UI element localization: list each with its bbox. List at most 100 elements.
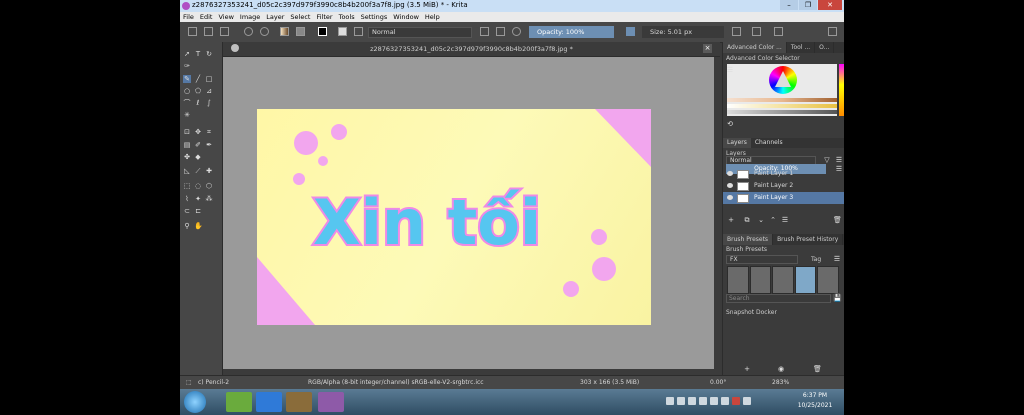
polygon-select-tool-icon[interactable]: ⬡ <box>205 182 213 190</box>
freehand-path-tool-icon[interactable]: ℓ <box>194 99 202 107</box>
taskbar-clock[interactable]: 6:37 PM 10/25/2021 <box>790 391 840 413</box>
eraser-mode-icon[interactable] <box>480 27 489 36</box>
menu-image[interactable]: Image <box>237 12 263 22</box>
minimize-button[interactable]: – <box>780 0 798 10</box>
delete-snapshot-icon[interactable]: 🗑 <box>813 365 822 373</box>
tab-overview[interactable]: O... <box>815 42 835 53</box>
color-settings-icon[interactable]: ☰ <box>726 66 734 74</box>
contiguous-select-tool-icon[interactable]: ✦ <box>194 195 202 203</box>
layer-down-icon[interactable]: ⌄ <box>757 216 765 224</box>
tab-advanced-color[interactable]: Advanced Color ... <box>723 42 787 53</box>
windows-start-icon[interactable] <box>184 391 206 413</box>
close-button[interactable]: ✕ <box>818 0 842 10</box>
ellipse-select-tool-icon[interactable]: ◌ <box>194 182 202 190</box>
brush-search-save-icon[interactable]: 💾 <box>833 294 842 302</box>
volume-icon[interactable] <box>743 397 751 405</box>
brush-preset[interactable] <box>749 266 772 294</box>
menu-layer[interactable]: Layer <box>263 12 287 22</box>
brush-preset[interactable] <box>727 266 749 294</box>
tab-channels[interactable]: Channels <box>751 138 787 148</box>
menu-settings[interactable]: Settings <box>358 12 391 22</box>
layer-properties-button-icon[interactable]: ☰ <box>781 216 789 224</box>
crop-tool-icon[interactable]: ⌗ <box>205 128 213 136</box>
camera-snapshot-icon[interactable]: ◉ <box>777 365 785 373</box>
bezier-select-tool-icon[interactable]: ⊂ <box>183 207 191 215</box>
smart-patch-tool-icon[interactable]: ✤ <box>183 153 191 161</box>
undo-icon[interactable] <box>244 27 253 36</box>
tab-brush-preset-history[interactable]: Brush Preset History <box>773 234 844 245</box>
freehand-select-tool-icon[interactable]: ⌇ <box>183 195 191 203</box>
minecraft-icon[interactable] <box>286 392 312 412</box>
magnetic-select-tool-icon[interactable]: ⊏ <box>194 207 202 215</box>
polygon-tool-icon[interactable]: ⬠ <box>194 87 202 95</box>
add-snapshot-icon[interactable]: + <box>743 365 751 373</box>
ellipse-tool-icon[interactable]: ○ <box>183 87 191 95</box>
text-tool-icon[interactable]: T <box>194 50 202 58</box>
color-history-strip[interactable] <box>839 64 844 116</box>
colorize-mask-tool-icon[interactable]: ✒ <box>205 141 213 149</box>
transform-tool-icon[interactable]: ⊡ <box>183 128 191 136</box>
tray-icon[interactable] <box>699 397 707 405</box>
dynamic-brush-tool-icon[interactable]: ∫ <box>205 99 213 107</box>
brush-tag-select[interactable]: FX <box>726 255 798 264</box>
menu-view[interactable]: View <box>215 12 236 22</box>
document-tab[interactable]: z2876327353241_d05c2c397d979f3990c8b4b20… <box>223 42 720 57</box>
menu-select[interactable]: Select <box>287 12 313 22</box>
opacity-slider[interactable]: Opacity: 100% <box>529 26 614 38</box>
color-wheel[interactable] <box>769 66 797 94</box>
toolbar-menu-icon[interactable] <box>828 27 837 36</box>
tray-icon[interactable] <box>721 397 729 405</box>
menu-tools[interactable]: Tools <box>336 12 358 22</box>
multibrush-tool-icon[interactable]: ✳ <box>183 111 191 119</box>
brush-preset-selected[interactable] <box>794 266 817 294</box>
tray-icon[interactable] <box>666 397 674 405</box>
tab-tool-options[interactable]: Tool ... <box>787 42 816 53</box>
brush-editor-icon[interactable] <box>354 27 363 36</box>
move-tool-icon[interactable]: ✥ <box>194 128 202 136</box>
add-layer-icon[interactable]: + <box>727 216 735 224</box>
gradient-swatch-icon[interactable] <box>280 27 289 36</box>
brush-preset-icon[interactable] <box>338 27 347 36</box>
tag-button[interactable]: Tag <box>811 256 821 263</box>
layer-row[interactable]: Paint Layer 2 <box>723 180 844 192</box>
blend-mode-select[interactable]: Normal <box>368 27 472 38</box>
artwork-canvas[interactable]: Xin tối <box>257 109 651 325</box>
taskbar-app-icon[interactable] <box>226 392 252 412</box>
layer-filter-icon[interactable]: ▽ <box>823 156 831 164</box>
tray-icon[interactable] <box>732 397 740 405</box>
redo-icon[interactable] <box>260 27 269 36</box>
rect-select-tool-icon[interactable]: ⬚ <box>183 182 191 190</box>
new-document-icon[interactable] <box>188 27 197 36</box>
edit-shapes-tool-icon[interactable]: ↻ <box>205 50 213 58</box>
close-document-button[interactable]: × <box>703 44 712 53</box>
brush-size-slider[interactable]: Size: 5.01 px <box>642 26 724 38</box>
menu-help[interactable]: Help <box>422 12 443 22</box>
brush-search-input[interactable]: Search <box>726 294 831 303</box>
bezier-tool-icon[interactable]: ⌒ <box>183 99 191 107</box>
open-document-icon[interactable] <box>204 27 213 36</box>
gradient-tool-icon[interactable]: ▤ <box>183 141 191 149</box>
brush-preset[interactable] <box>817 266 839 294</box>
tab-brush-presets[interactable]: Brush Presets <box>723 234 774 245</box>
advanced-color-selector[interactable] <box>727 64 837 116</box>
fg-bg-color-icon[interactable] <box>318 27 327 36</box>
status-rotation[interactable]: 0.00° <box>710 376 726 390</box>
pattern-swatch-icon[interactable] <box>296 27 305 36</box>
color-picker-tool-icon[interactable]: ✐ <box>194 141 202 149</box>
rectangle-tool-icon[interactable]: □ <box>205 75 213 83</box>
brush-preset[interactable] <box>772 266 794 294</box>
brush-view-menu-icon[interactable]: ☰ <box>833 255 841 263</box>
visibility-eye-icon[interactable] <box>727 171 733 176</box>
visibility-eye-icon[interactable] <box>727 183 733 188</box>
reference-tool-icon[interactable]: ✚ <box>205 167 213 175</box>
layer-row[interactable]: Paint Layer 1 <box>723 168 844 180</box>
save-document-icon[interactable] <box>220 27 229 36</box>
zoom-tool-icon[interactable]: ⚲ <box>183 222 191 230</box>
measure-tool-icon[interactable]: ⟋ <box>194 167 202 175</box>
delete-layer-icon[interactable]: 🗑 <box>833 216 842 224</box>
line-tool-icon[interactable]: ╱ <box>194 75 202 83</box>
mirror-horizontal-icon[interactable] <box>732 27 741 36</box>
duplicate-layer-icon[interactable]: ⧉ <box>743 216 751 224</box>
mirror-vertical-icon[interactable] <box>752 27 761 36</box>
similar-select-tool-icon[interactable]: ⁂ <box>205 195 213 203</box>
